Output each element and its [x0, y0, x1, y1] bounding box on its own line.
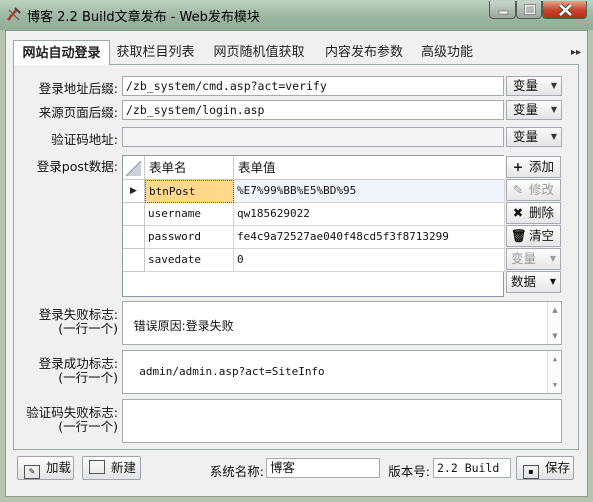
row-indicator: [123, 226, 145, 249]
captcha-url-variable-dropdown[interactable]: 变量 ▼: [506, 127, 562, 147]
load-button-label: 加载: [46, 460, 72, 475]
captcha-url-input[interactable]: [122, 127, 504, 147]
grid-header-value[interactable]: 表单值: [234, 156, 505, 180]
chevron-down-icon: ▼: [549, 277, 556, 286]
fail-flag-value: 错误原因:登录失败: [133, 319, 234, 333]
login-url-input[interactable]: /zb_system/cmd.asp?act=verify: [122, 76, 504, 96]
fail-flag-hint: (一行一个): [58, 321, 118, 336]
maximize-button[interactable]: [516, 1, 542, 19]
add-button-label: 添加: [528, 159, 554, 174]
tab-column-list[interactable]: 获取栏目列表: [112, 40, 199, 65]
clear-button[interactable]: 🗑 清空: [506, 225, 561, 247]
window-title: 博客 2.2 Build文章发布 - Web发布模块: [27, 10, 260, 25]
success-flag-value: admin/admin.asp?act=SiteInfo: [139, 365, 325, 378]
combo-label: 变量: [513, 102, 539, 117]
tab-random-values[interactable]: 网页随机值获取: [209, 40, 309, 65]
chevron-down-icon: ▼: [549, 254, 556, 263]
system-name-label: 系统名称:: [209, 464, 264, 479]
system-name-input[interactable]: 博客: [266, 458, 380, 478]
fail-flag-scrollbar[interactable]: ▲ ▼: [547, 302, 561, 344]
load-button[interactable]: ✎ 加载: [17, 456, 74, 480]
grid-corner[interactable]: [123, 156, 145, 180]
fail-flag-textarea[interactable]: 错误原因:登录失败 ▲ ▼: [122, 301, 562, 345]
grid-data-dropdown[interactable]: 数据 ▼: [506, 271, 561, 293]
combo-label: 变量: [513, 78, 539, 93]
captcha-url-label: 验证码地址:: [51, 132, 118, 147]
success-flag-textarea[interactable]: admin/admin.asp?act=SiteInfo ▲ ▼: [122, 350, 562, 394]
grid-cell-value[interactable]: qw185629022: [234, 203, 505, 226]
tab-auto-login[interactable]: 网站自动登录: [13, 40, 110, 66]
login-url-label: 登录地址后缀:: [38, 81, 118, 96]
minimize-button[interactable]: [489, 1, 516, 19]
save-button[interactable]: ▪ 保存: [516, 456, 574, 480]
combo-label: 变量: [513, 129, 539, 144]
plus-icon: +: [512, 159, 524, 174]
tab-scroll-right-icon[interactable]: ▸▸: [569, 40, 583, 65]
success-flag-scrollbar[interactable]: ▲ ▼: [547, 351, 561, 393]
referer-label: 来源页面后缀:: [38, 105, 118, 120]
edit-button[interactable]: ✎ 修改: [506, 179, 561, 201]
grid-cell-name[interactable]: username: [145, 203, 234, 226]
floppy-disk-icon: ▪: [523, 465, 539, 479]
edit-button-label: 修改: [528, 182, 554, 197]
login-url-variable-dropdown[interactable]: 变量 ▼: [506, 76, 562, 96]
grid-variable-dropdown[interactable]: 变量 ▼: [506, 248, 561, 270]
referer-variable-dropdown[interactable]: 变量 ▼: [506, 100, 562, 120]
post-data-grid[interactable]: 表单名 表单值 ▶ btnPost %E7%99%BB%E5%BD%95 use…: [122, 155, 505, 297]
app-icon: [6, 6, 22, 22]
tab-advanced[interactable]: 高级功能: [413, 40, 481, 65]
captcha-fail-hint: (一行一个): [58, 419, 118, 434]
new-button[interactable]: 新建: [82, 456, 141, 480]
chevron-down-icon: ▼: [550, 81, 557, 90]
tab-publish-params[interactable]: 内容发布参数: [319, 40, 409, 65]
x-icon: ✖: [512, 205, 524, 220]
grid-cell-value[interactable]: fe4c9a72527ae040f48cd5f3f8713299: [234, 226, 505, 249]
chevron-down-icon: ▼: [550, 132, 557, 141]
row-indicator: [123, 203, 145, 226]
save-button-label: 保存: [545, 460, 571, 475]
post-data-label: 登录post数据:: [36, 159, 118, 174]
referer-input[interactable]: /zb_system/login.asp: [122, 100, 504, 120]
version-input[interactable]: 2.2 Build: [433, 458, 511, 478]
pencil-icon: ✎: [512, 182, 524, 197]
version-label: 版本号:: [388, 464, 430, 479]
delete-button-label: 删除: [528, 205, 554, 220]
edit-icon: ✎: [24, 465, 40, 479]
grid-cell-name[interactable]: savedate: [145, 249, 234, 272]
trash-icon: 🗑: [511, 228, 527, 243]
grid-header-name[interactable]: 表单名: [145, 156, 234, 180]
grid-cell-name[interactable]: password: [145, 226, 234, 249]
grid-variable-label: 变量: [511, 251, 537, 266]
new-button-label: 新建: [111, 460, 137, 475]
clear-button-label: 清空: [528, 228, 554, 243]
row-indicator: [123, 249, 145, 272]
tab-strip: 网站自动登录 获取栏目列表 网页随机值获取 内容发布参数 高级功能 ▸▸: [13, 40, 581, 66]
grid-data-label: 数据: [511, 274, 537, 289]
captcha-fail-textarea[interactable]: [122, 399, 562, 443]
row-indicator-icon: ▶: [123, 180, 145, 203]
close-button[interactable]: [542, 1, 587, 19]
grid-cell-name[interactable]: btnPost: [145, 180, 234, 203]
delete-button[interactable]: ✖ 删除: [506, 202, 561, 224]
grid-cell-value[interactable]: %E7%99%BB%E5%BD%95: [234, 180, 505, 203]
add-button[interactable]: + 添加: [506, 156, 561, 178]
grid-cell-value[interactable]: 0: [234, 249, 505, 272]
document-icon: [89, 460, 105, 474]
chevron-down-icon: ▼: [550, 105, 557, 114]
success-flag-hint: (一行一个): [58, 370, 118, 385]
